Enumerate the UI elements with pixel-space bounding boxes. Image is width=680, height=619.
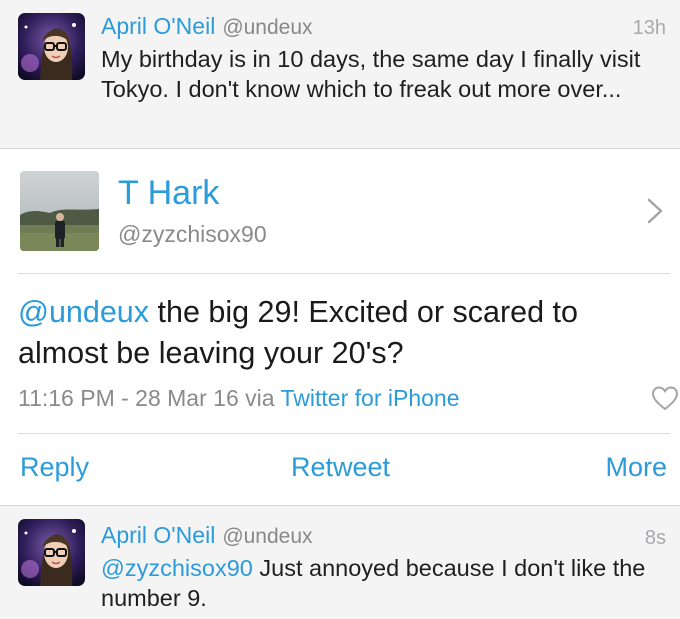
avatar[interactable] xyxy=(18,13,85,80)
tweet-meta: 11:16 PM - 28 Mar 16 via Twitter for iPh… xyxy=(18,385,459,412)
more-button[interactable]: More xyxy=(605,452,667,483)
timestamp: 11:16 PM - 28 Mar 16 via xyxy=(18,385,281,411)
source-link[interactable]: Twitter for iPhone xyxy=(281,385,460,411)
mention-link[interactable]: @zyzchisox90 xyxy=(101,555,253,581)
author-name[interactable]: T Hark xyxy=(118,174,219,213)
divider xyxy=(18,273,670,274)
tweet-time: 13h xyxy=(632,17,666,39)
divider xyxy=(18,433,670,434)
tweet-text: @undeux the big 29! Excited or scared to… xyxy=(18,292,658,374)
author-handle: @undeux xyxy=(222,16,313,39)
reply-button[interactable]: Reply xyxy=(20,452,89,483)
mention-link[interactable]: @undeux xyxy=(18,295,149,329)
tweet-text: My birthday is in 10 days, the same day … xyxy=(101,46,641,102)
timeline-tweet[interactable]: April O'Neil @undeux 13h My birthday is i… xyxy=(0,0,680,148)
author-name-text[interactable]: April O'Neil xyxy=(101,522,215,548)
retweet-button[interactable]: Retweet xyxy=(291,452,390,483)
tweet-detail: T Hark @zyzchisox90 @undeux the big 29! … xyxy=(0,149,680,505)
author-name-text[interactable]: April O'Neil xyxy=(101,13,215,39)
chevron-right-icon[interactable] xyxy=(646,197,664,225)
author-name[interactable]: April O'Neil @undeux xyxy=(101,13,313,40)
heart-outline-icon[interactable] xyxy=(650,384,680,412)
author-handle[interactable]: @zyzchisox90 xyxy=(118,221,267,248)
avatar[interactable] xyxy=(18,519,85,586)
tweet-text: @zyzchisox90 Just annoyed because I don'… xyxy=(101,553,666,613)
avatar[interactable] xyxy=(20,171,99,251)
tweet-time: 8s xyxy=(644,527,666,549)
author-handle: @undeux xyxy=(222,525,313,548)
author-name[interactable]: April O'Neil @undeux xyxy=(101,522,313,549)
